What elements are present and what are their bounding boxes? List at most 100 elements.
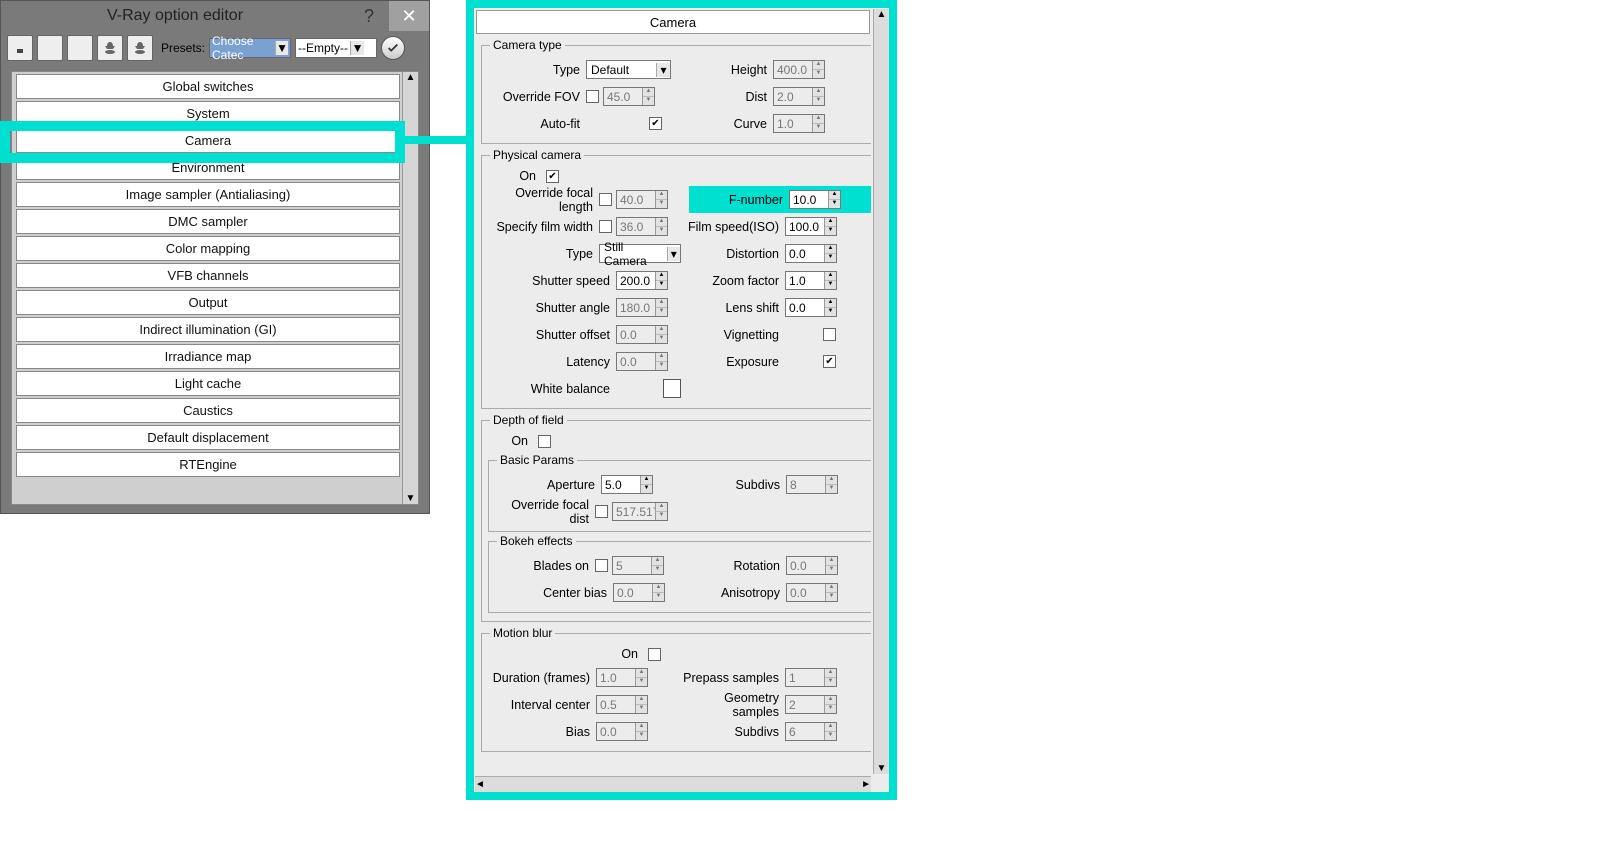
close-icon: ✕ [401,6,416,27]
section-indirect-illumination[interactable]: Indirect illumination (GI) [16,317,400,342]
shutter-offset-spinner[interactable]: ▲▼ [616,325,668,344]
mb-subdivs-spinner[interactable]: ▲▼ [785,722,837,741]
interval-spinner[interactable]: ▲▼ [596,695,648,714]
sections-list: Global switches System Camera Environmen… [11,71,419,505]
section-caustics[interactable]: Caustics [16,398,400,423]
scroll-down-icon: ▼ [877,763,887,774]
override-focal-dist-label: Override focal dist [493,498,595,526]
rotation-spinner[interactable]: ▲▼ [786,556,838,575]
scroll-up-icon: ▲ [406,72,416,83]
section-image-sampler[interactable]: Image sampler (Antialiasing) [16,182,400,207]
specify-film-checkbox[interactable] [599,220,612,233]
toolbar: Presets: Choose Catec ▼ --Empty-- ▼ [1,31,429,65]
section-light-cache[interactable]: Light cache [16,371,400,396]
section-environment[interactable]: Environment [16,155,400,180]
aperture-spinner[interactable]: ▲▼ [601,475,653,494]
section-rtengine[interactable]: RTEngine [16,452,400,477]
override-fov-checkbox[interactable] [586,90,599,103]
physcam-on-checkbox[interactable]: ✔ [546,170,559,183]
dist-label: Dist [685,90,773,104]
anisotropy-spinner[interactable]: ▲▼ [786,583,838,602]
render-rt-button[interactable] [127,35,153,61]
save-button[interactable] [7,35,33,61]
override-fov-spinner[interactable]: ▲▼ [603,87,655,106]
geometry-samples-spinner[interactable]: ▲▼ [785,695,837,714]
dof-on-checkbox[interactable] [538,435,551,448]
zoom-factor-spinner[interactable]: ▲▼ [785,271,837,290]
bias-label: Bias [486,725,596,739]
globe-button[interactable] [67,35,93,61]
window-title: V-Ray option editor [1,7,349,25]
curve-label: Curve [685,117,773,131]
physical-camera-group: Physical camera On ✔ Override focal leng… [481,148,871,409]
mb-on-checkbox[interactable] [648,648,661,661]
close-button[interactable]: ✕ [389,1,429,31]
center-bias-spinner[interactable]: ▲▼ [613,583,665,602]
section-global-switches[interactable]: Global switches [16,74,400,99]
dist-spinner[interactable]: ▲▼ [773,87,825,106]
section-default-displacement[interactable]: Default displacement [16,425,400,450]
vertical-scrollbar[interactable]: ▲ ▼ [873,9,889,774]
film-speed-spinner[interactable]: ▲▼ [785,217,837,236]
presets-empty-dropdown[interactable]: --Empty-- ▼ [295,38,377,58]
scroll-up-icon: ▲ [877,9,887,20]
f-number-spinner[interactable]: ▲▼ [789,190,841,209]
bias-spinner[interactable]: ▲▼ [596,722,648,741]
geometry-samples-label: Geometry samples [675,691,785,719]
height-spinner[interactable]: ▲▼ [773,60,825,79]
shutter-angle-spinner[interactable]: ▲▼ [616,298,668,317]
override-fov-label: Override FOV [486,90,586,104]
prepass-label: Prepass samples [675,671,785,685]
presets-category-value: Choose Catec [212,34,273,62]
distortion-spinner[interactable]: ▲▼ [785,244,837,263]
section-irradiance-map[interactable]: Irradiance map [16,344,400,369]
blades-spinner[interactable]: ▲▼ [612,556,664,575]
exposure-checkbox[interactable]: ✔ [823,355,836,368]
latency-label: Latency [486,355,616,369]
presets-category-dropdown[interactable]: Choose Catec ▼ [209,38,291,58]
apply-button[interactable] [381,36,405,60]
horizontal-scrollbar[interactable]: ◄ ► [475,776,871,792]
section-dmc-sampler[interactable]: DMC sampler [16,209,400,234]
shutter-speed-label: Shutter speed [486,274,616,288]
depth-of-field-legend: Depth of field [490,413,567,427]
bokeh-effects-group: Bokeh effects Blades on ▲▼ Rotation ▲▼ C… [488,534,871,613]
section-color-mapping[interactable]: Color mapping [16,236,400,261]
scroll-left-icon: ◄ [475,779,485,790]
prepass-spinner[interactable]: ▲▼ [785,668,837,687]
physical-camera-legend: Physical camera [490,148,584,162]
override-focal-checkbox[interactable] [599,193,612,206]
depth-of-field-group: Depth of field On Basic Params Aperture … [481,413,871,622]
presets-empty-value: --Empty-- [298,41,348,55]
help-button[interactable]: ? [349,1,389,31]
basic-params-group: Basic Params Aperture ▲▼ Subdivs ▲▼ Over… [488,453,871,532]
section-vfb-channels[interactable]: VFB channels [16,263,400,288]
auto-fit-label: Auto-fit [486,117,586,131]
auto-fit-checkbox[interactable]: ✔ [649,117,662,130]
section-output[interactable]: Output [16,290,400,315]
blades-on-checkbox[interactable] [595,559,608,572]
bokeh-effects-legend: Bokeh effects [497,534,576,548]
duration-spinner[interactable]: ▲▼ [596,668,648,687]
override-focal-spinner[interactable]: ▲▼ [616,190,668,209]
section-camera[interactable]: Camera [16,128,400,153]
vignetting-checkbox[interactable] [823,328,836,341]
override-focal-dist-checkbox[interactable] [595,505,608,518]
render-button[interactable] [97,35,123,61]
section-system[interactable]: System [16,101,400,126]
override-focal-dist-spinner[interactable]: ▲▼ [612,502,668,521]
specify-film-spinner[interactable]: ▲▼ [616,217,668,236]
physcam-type-dropdown[interactable]: Still Camera▾ [599,244,681,263]
dof-subdivs-spinner[interactable]: ▲▼ [786,475,838,494]
white-balance-swatch[interactable] [663,379,681,398]
lens-shift-spinner[interactable]: ▲▼ [785,298,837,317]
latency-spinner[interactable]: ▲▼ [616,352,668,371]
shutter-speed-spinner[interactable]: ▲▼ [616,271,668,290]
camera-type-dropdown[interactable]: Default ▾ [586,60,671,79]
curve-spinner[interactable]: ▲▼ [773,114,825,133]
center-bias-label: Center bias [493,586,613,600]
camera-panel-header[interactable]: Camera [476,10,870,34]
physcam-type-value: Still Camera [604,240,667,268]
chevron-down-icon: ▼ [350,41,364,55]
load-button[interactable] [37,35,63,61]
